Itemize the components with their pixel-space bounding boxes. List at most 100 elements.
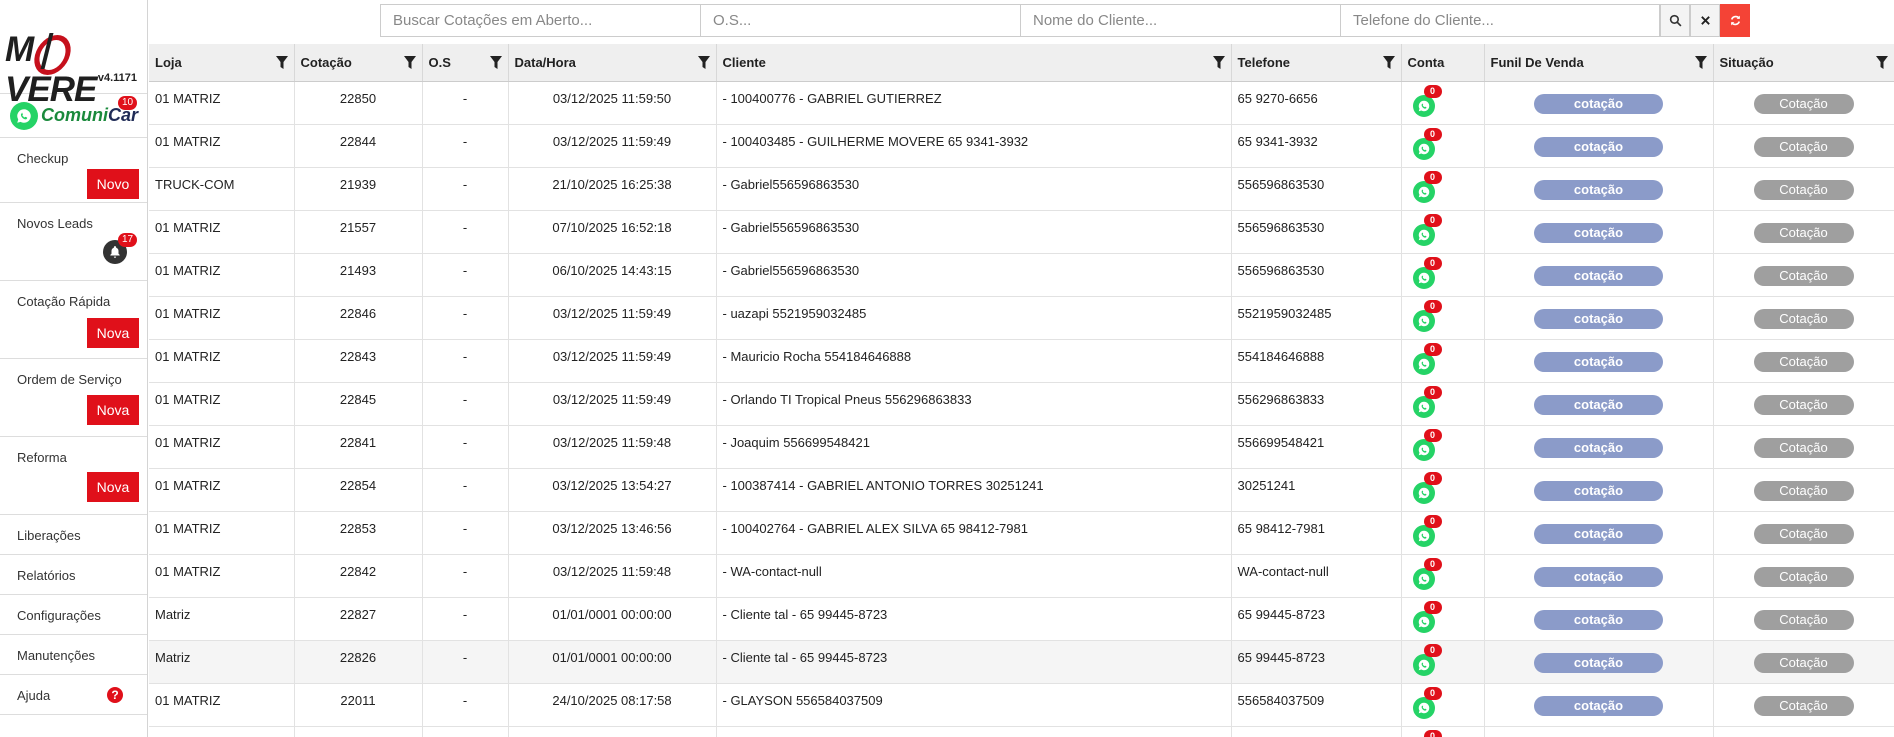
column-header-cotacao[interactable]: Cotação	[294, 44, 423, 82]
filter-icon[interactable]	[1875, 56, 1888, 69]
table-row[interactable]: 01 MATRIZ 22011-24/10/2025 08:17:58- GLAY…	[149, 683, 1894, 726]
cell-loja: 01 MATRIZ	[149, 210, 295, 253]
funil-status-badge[interactable]: cotação	[1534, 179, 1663, 200]
os-search-input[interactable]	[700, 4, 1020, 37]
telefone-search-input[interactable]	[1340, 4, 1660, 37]
whatsapp-icon[interactable]	[1412, 395, 1435, 418]
whatsapp-icon[interactable]	[1412, 481, 1435, 504]
table-row[interactable]: 01 MATRIZ 21557-07/10/2025 16:52:18- Gabr…	[149, 210, 1894, 253]
table-row[interactable]: 01 MATRIZ 22844-03/12/2025 11:59:49- 1004…	[149, 124, 1894, 167]
funil-status-badge[interactable]: cotação	[1534, 523, 1663, 544]
situacao-status-badge[interactable]: Cotação	[1753, 93, 1854, 114]
table-row[interactable]: 01 MATRIZ 22842-03/12/2025 11:59:48- WA-c…	[149, 554, 1894, 597]
situacao-status-badge[interactable]: Cotação	[1753, 351, 1854, 372]
filter-icon[interactable]	[1694, 56, 1707, 69]
checkup-new-button[interactable]: Novo	[87, 169, 139, 199]
table-row[interactable]: 01 MATRIZ 22846-03/12/2025 11:59:49- uaza…	[149, 296, 1894, 339]
whatsapp-icon[interactable]	[1412, 137, 1435, 160]
table-row[interactable]: 01 MATRIZ 22845-03/12/2025 11:59:49- Orla…	[149, 382, 1894, 425]
funil-status-badge[interactable]: cotação	[1534, 652, 1663, 673]
ordem-servico-new-button[interactable]: Nova	[87, 395, 139, 425]
column-header-data[interactable]: Data/Hora	[508, 44, 717, 82]
refresh-button[interactable]	[1720, 4, 1750, 37]
situacao-status-badge[interactable]: Cotação	[1753, 566, 1854, 587]
search-button[interactable]	[1660, 4, 1690, 37]
column-header-loja[interactable]: Loja	[149, 44, 295, 82]
whatsapp-icon[interactable]	[1412, 567, 1435, 590]
filter-icon[interactable]	[1382, 56, 1395, 69]
cliente-search-input[interactable]	[1020, 4, 1340, 37]
situacao-status-badge[interactable]: Cotação	[1753, 480, 1854, 501]
table-row[interactable]: 0	[149, 726, 1894, 737]
sidebar-item-relatorios[interactable]: Relatórios	[0, 555, 147, 595]
whatsapp-icon[interactable]	[1412, 438, 1435, 461]
cell-os: -	[422, 296, 509, 339]
situacao-status-badge[interactable]: Cotação	[1753, 394, 1854, 415]
funil-status-badge[interactable]: cotação	[1534, 93, 1663, 114]
column-header-conta[interactable]: Conta	[1401, 44, 1485, 82]
clear-button[interactable]	[1690, 4, 1720, 37]
funil-status-badge[interactable]: cotação	[1534, 136, 1663, 157]
filter-icon[interactable]	[403, 56, 416, 69]
situacao-status-badge[interactable]: Cotação	[1753, 136, 1854, 157]
situacao-status-badge[interactable]: Cotação	[1753, 652, 1854, 673]
situacao-status-badge[interactable]: Cotação	[1753, 222, 1854, 243]
situacao-status-badge[interactable]: Cotação	[1753, 695, 1854, 716]
whatsapp-icon[interactable]	[1412, 309, 1435, 332]
filter-icon[interactable]	[1212, 56, 1225, 69]
funil-status-badge[interactable]: cotação	[1534, 437, 1663, 458]
situacao-status-badge[interactable]: Cotação	[1753, 308, 1854, 329]
table-row[interactable]: 01 MATRIZ 22854-03/12/2025 13:54:27- 1003…	[149, 468, 1894, 511]
sidebar-item-manutencoes[interactable]: Manutenções	[0, 635, 147, 675]
funil-status-badge[interactable]: cotação	[1534, 480, 1663, 501]
situacao-status-badge[interactable]: Cotação	[1753, 437, 1854, 458]
filter-icon[interactable]	[489, 56, 502, 69]
table-row[interactable]: 01 MATRIZ 21493-06/10/2025 14:43:15- Gabr…	[149, 253, 1894, 296]
situacao-status-badge[interactable]: Cotação	[1753, 179, 1854, 200]
funil-status-badge[interactable]: cotação	[1534, 609, 1663, 630]
column-header-os[interactable]: O.S	[422, 44, 509, 82]
table-row[interactable]: TRUCK-COM 21939-21/10/2025 16:25:38- Gabr…	[149, 167, 1894, 210]
whatsapp-icon[interactable]	[1412, 653, 1435, 676]
whatsapp-icon[interactable]	[1412, 696, 1435, 719]
reforma-new-button[interactable]: Nova	[87, 472, 139, 502]
filter-icon[interactable]	[275, 56, 288, 69]
funil-status-badge[interactable]: cotação	[1534, 265, 1663, 286]
table-row[interactable]: Matriz 22827-01/01/0001 00:00:00- Cliente…	[149, 597, 1894, 640]
sidebar-item-configuracoes[interactable]: Configurações	[0, 595, 147, 635]
leads-section[interactable]: Novos Leads 17	[0, 203, 147, 281]
whatsapp-icon[interactable]	[1412, 610, 1435, 633]
column-header-telefone[interactable]: Telefone	[1231, 44, 1402, 82]
table-row[interactable]: 01 MATRIZ 22843-03/12/2025 11:59:49- Maur…	[149, 339, 1894, 382]
table-row[interactable]: Matriz 22826-01/01/0001 00:00:00- Cliente…	[149, 640, 1894, 683]
table-row[interactable]: 01 MATRIZ 22853-03/12/2025 13:46:56- 1004…	[149, 511, 1894, 554]
situacao-status-badge[interactable]: Cotação	[1753, 609, 1854, 630]
sidebar-item-liberacoes[interactable]: Liberações	[0, 515, 147, 555]
table-row[interactable]: 01 MATRIZ 22841-03/12/2025 11:59:48- Joaq…	[149, 425, 1894, 468]
sidebar-item-ajuda[interactable]: Ajuda ?	[0, 675, 147, 715]
cotacao-rapida-new-button[interactable]: Nova	[87, 318, 139, 348]
table-row[interactable]: 01 MATRIZ 22850-03/12/2025 11:59:50- 1004…	[149, 81, 1894, 124]
whatsapp-icon[interactable]	[1412, 524, 1435, 547]
whatsapp-icon[interactable]	[1412, 223, 1435, 246]
comunicar-link[interactable]: ComuniCar 10	[0, 94, 147, 138]
funil-status-badge[interactable]: cotação	[1534, 394, 1663, 415]
logo[interactable]: MOVERE v4.1171	[0, 0, 147, 109]
whatsapp-icon[interactable]	[1412, 352, 1435, 375]
funil-status-badge[interactable]: cotação	[1534, 351, 1663, 372]
column-header-situacao[interactable]: Situação	[1713, 44, 1894, 82]
funil-status-badge[interactable]: cotação	[1534, 222, 1663, 243]
whatsapp-icon[interactable]	[1412, 180, 1435, 203]
column-header-funil[interactable]: Funil De Venda	[1484, 44, 1714, 82]
filter-icon[interactable]	[697, 56, 710, 69]
situacao-status-badge[interactable]: Cotação	[1753, 265, 1854, 286]
whatsapp-icon[interactable]	[1412, 266, 1435, 289]
funil-status-badge[interactable]: cotação	[1534, 566, 1663, 587]
funil-status-badge[interactable]: cotação	[1534, 695, 1663, 716]
situacao-status-badge[interactable]: Cotação	[1753, 523, 1854, 544]
column-header-cliente[interactable]: Cliente	[716, 44, 1232, 82]
cotacoes-search-input[interactable]	[380, 4, 700, 37]
funil-status-badge[interactable]: cotação	[1534, 308, 1663, 329]
whatsapp-icon[interactable]	[1412, 94, 1435, 117]
help-icon[interactable]: ?	[107, 687, 123, 703]
